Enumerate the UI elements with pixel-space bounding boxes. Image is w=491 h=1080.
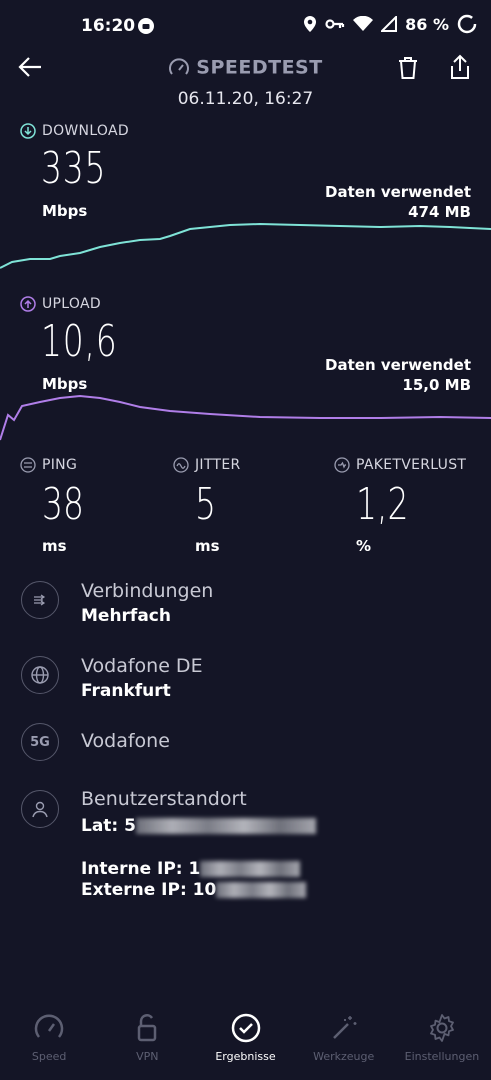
- jitter-icon: [173, 457, 189, 473]
- location-lat-label: Lat: 5: [81, 816, 136, 836]
- download-graph: [0, 222, 491, 269]
- delete-button[interactable]: [397, 56, 419, 84]
- provider-title: Vodafone DE: [81, 655, 203, 677]
- nav-settings[interactable]: Einstellungen: [393, 1012, 491, 1080]
- location-lat: Lat: 5: [81, 816, 316, 836]
- provider-location: Frankfurt: [81, 681, 171, 701]
- bottom-navigation: Speed VPN Ergebnisse Werkzeuge Einstellu…: [0, 1012, 491, 1080]
- gauge-icon: [34, 1014, 64, 1038]
- jitter-unit: ms: [195, 537, 220, 555]
- nav-tools[interactable]: Werkzeuge: [295, 1012, 393, 1080]
- nav-tools-label: Werkzeuge: [313, 1050, 375, 1063]
- nav-results[interactable]: Ergebnisse: [196, 1012, 294, 1080]
- vpn-key-icon: [325, 19, 345, 29]
- loss-value: 1,2: [356, 479, 409, 530]
- connections-icon: [21, 581, 59, 619]
- internal-ip-label: Interne IP: 1: [81, 859, 201, 879]
- download-arrow-icon: [20, 123, 36, 139]
- trash-icon: [399, 57, 417, 79]
- connections-value: Mehrfach: [81, 606, 171, 626]
- nav-vpn-label: VPN: [136, 1050, 159, 1063]
- upload-graph: [0, 394, 491, 441]
- lock-icon: [138, 1014, 157, 1042]
- loss-label: PAKETVERLUST: [334, 457, 466, 473]
- gear-icon: [430, 1014, 454, 1042]
- upload-data-used: Daten verwendet 15,0 MB: [325, 355, 471, 395]
- ping-value: 38: [42, 479, 84, 530]
- download-label: DOWNLOAD: [20, 123, 129, 139]
- location-title: Benutzerstandort: [81, 788, 247, 810]
- share-button[interactable]: [449, 54, 471, 84]
- nav-results-label: Ergebnisse: [215, 1050, 276, 1063]
- ping-unit: ms: [42, 537, 67, 555]
- loss-unit: %: [356, 537, 372, 555]
- nav-speed-label: Speed: [31, 1050, 67, 1063]
- status-icons: 86 %: [303, 14, 477, 34]
- redacted-blur: [200, 861, 301, 877]
- user-icon: [21, 790, 59, 828]
- upload-value: 10,6: [41, 316, 118, 367]
- test-datetime: 06.11.20, 16:27: [177, 89, 314, 109]
- nav-vpn[interactable]: VPN: [98, 1012, 196, 1080]
- external-ip: Externe IP: 10: [81, 880, 307, 900]
- nav-speed[interactable]: Speed: [0, 1012, 98, 1080]
- redacted-blur: [135, 818, 316, 834]
- network-5g-text: 5G: [30, 734, 50, 750]
- ping-icon: [20, 457, 36, 473]
- external-ip-label: Externe IP: 10: [81, 880, 217, 900]
- share-icon: [451, 54, 469, 79]
- network-5g-icon: 5G: [21, 723, 59, 761]
- redacted-blur: [216, 882, 307, 898]
- status-time: 16:20: [81, 16, 136, 36]
- signal-icon: [381, 16, 398, 32]
- connections-title: Verbindungen: [81, 580, 214, 602]
- ping-label: PING: [20, 457, 77, 473]
- upload-label: UPLOAD: [20, 296, 101, 312]
- nav-settings-label: Einstellungen: [404, 1050, 480, 1063]
- packet-loss-icon: [334, 457, 350, 473]
- notification-icon: [137, 17, 155, 39]
- jitter-value: 5: [195, 479, 216, 530]
- download-data-label: Daten verwendet: [325, 183, 471, 201]
- wand-icon: [332, 1016, 357, 1039]
- battery-icon: [457, 14, 477, 34]
- globe-icon: [21, 656, 59, 694]
- gauge-icon: [169, 57, 190, 75]
- internal-ip: Interne IP: 1: [81, 859, 301, 879]
- check-circle-icon: [231, 1013, 260, 1043]
- upload-data-label: Daten verwendet: [325, 356, 471, 374]
- wifi-icon: [353, 16, 374, 31]
- network-title: Vodafone: [81, 730, 170, 752]
- location-icon: [304, 16, 317, 32]
- jitter-label: JITTER: [173, 457, 241, 473]
- download-value: 335: [41, 143, 107, 194]
- battery-percent: 86 %: [405, 14, 449, 34]
- upload-arrow-icon: [20, 296, 36, 312]
